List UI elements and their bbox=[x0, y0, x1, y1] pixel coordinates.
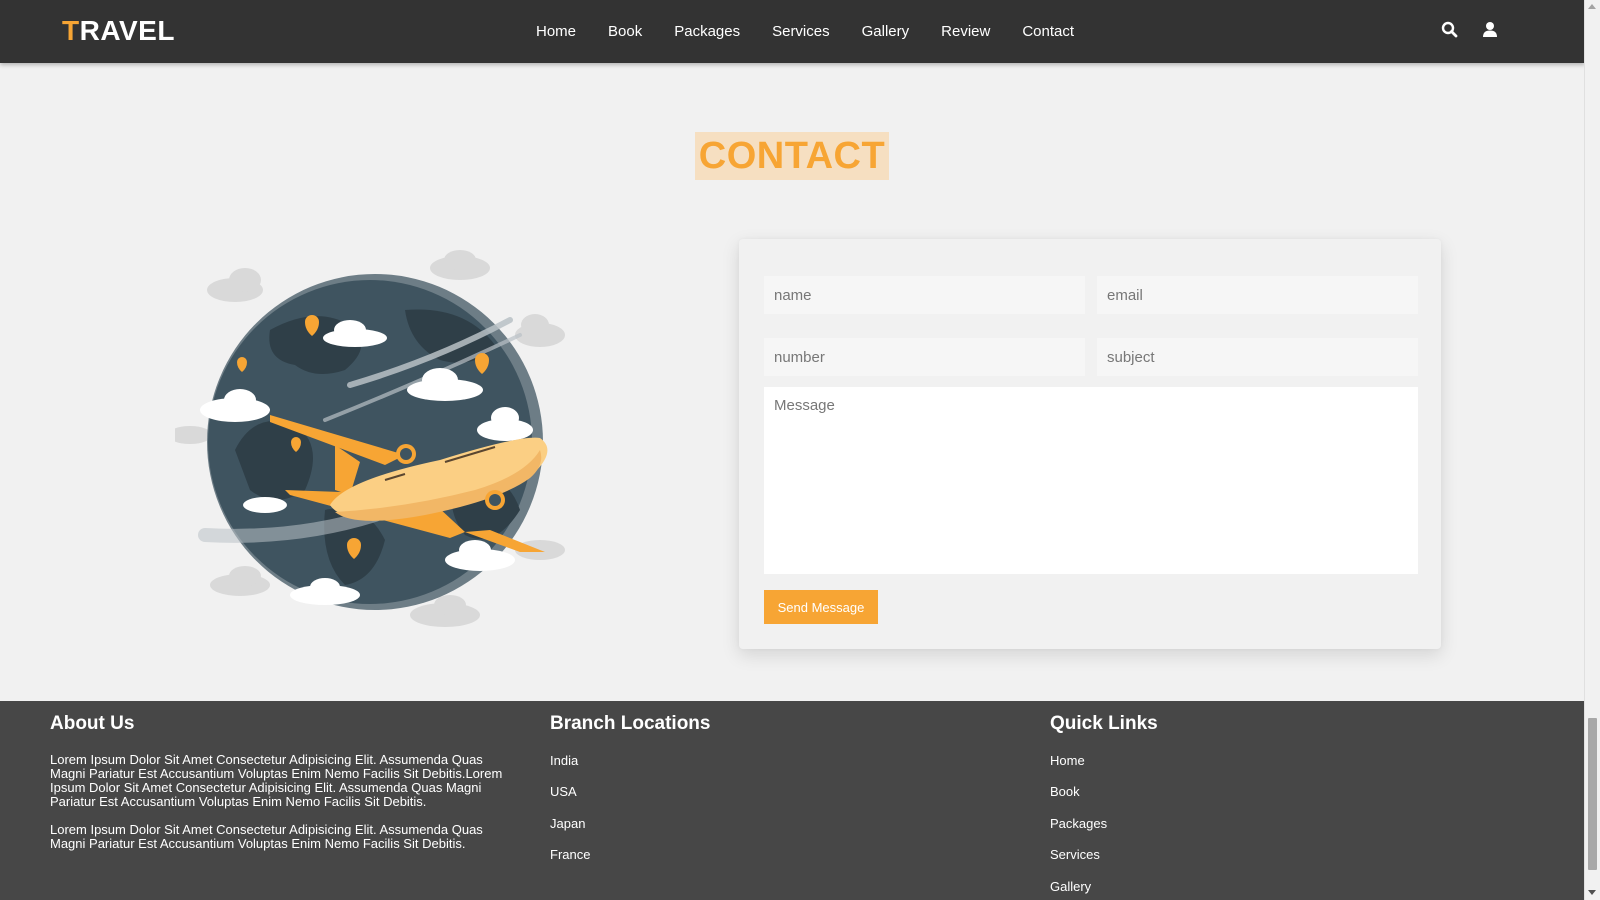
nav-link-home[interactable]: Home bbox=[536, 23, 576, 40]
contact-heading-box: CONTACT bbox=[695, 132, 889, 180]
quick-link-gallery[interactable]: Gallery bbox=[1050, 879, 1091, 894]
send-message-button[interactable]: Send Message bbox=[764, 590, 878, 624]
nav-link-services[interactable]: Services bbox=[772, 23, 830, 40]
nav-link-book[interactable]: Book bbox=[608, 23, 642, 40]
nav-link-gallery[interactable]: Gallery bbox=[862, 23, 910, 40]
branch-link-france[interactable]: France bbox=[550, 847, 590, 862]
scroll-up-arrow-icon[interactable] bbox=[1588, 4, 1596, 9]
logo-rest: RAVEL bbox=[79, 15, 175, 46]
globe-airplane-illustration bbox=[168, 250, 575, 630]
quick-link-book[interactable]: Book bbox=[1050, 784, 1080, 799]
about-us-title: About Us bbox=[50, 713, 135, 734]
quick-links-title: Quick Links bbox=[1050, 713, 1158, 734]
scroll-down-arrow-icon[interactable] bbox=[1588, 890, 1596, 895]
quick-link-services[interactable]: Services bbox=[1050, 847, 1100, 862]
nav-link-contact[interactable]: Contact bbox=[1022, 23, 1074, 40]
branch-link-japan[interactable]: Japan bbox=[550, 816, 585, 831]
navbar: TRAVEL Home Book Packages Services Galle… bbox=[0, 0, 1585, 63]
logo-first-letter: T bbox=[62, 15, 80, 46]
about-us-paragraph-1: Lorem Ipsum Dolor Sit Amet Consectetur A… bbox=[50, 752, 503, 809]
quick-link-home[interactable]: Home bbox=[1050, 753, 1085, 768]
subject-field[interactable] bbox=[1097, 338, 1418, 376]
email-field[interactable] bbox=[1097, 276, 1418, 314]
scrollbar-thumb[interactable] bbox=[1588, 718, 1597, 870]
user-icon[interactable] bbox=[1480, 20, 1500, 40]
branch-locations-title: Branch Locations bbox=[550, 713, 711, 734]
nav-link-packages[interactable]: Packages bbox=[674, 23, 740, 40]
page-scrollbar[interactable] bbox=[1584, 0, 1600, 900]
contact-form: Send Message bbox=[739, 239, 1441, 649]
search-icon[interactable] bbox=[1440, 20, 1460, 40]
branch-link-india[interactable]: India bbox=[550, 753, 578, 768]
quick-link-packages[interactable]: Packages bbox=[1050, 816, 1107, 831]
branch-link-usa[interactable]: USA bbox=[550, 784, 577, 799]
footer: About Us Lorem Ipsum Dolor Sit Amet Cons… bbox=[0, 701, 1585, 900]
contact-heading: CONTACT bbox=[698, 135, 886, 177]
name-field[interactable] bbox=[764, 276, 1085, 314]
message-field[interactable] bbox=[764, 387, 1418, 574]
number-field[interactable] bbox=[764, 338, 1085, 376]
nav-link-review[interactable]: Review bbox=[941, 23, 990, 40]
logo[interactable]: TRAVEL bbox=[62, 14, 175, 48]
about-us-paragraph-2: Lorem Ipsum Dolor Sit Amet Consectetur A… bbox=[50, 822, 483, 851]
nav-links: Home Book Packages Services Gallery Revi… bbox=[520, 0, 1090, 63]
